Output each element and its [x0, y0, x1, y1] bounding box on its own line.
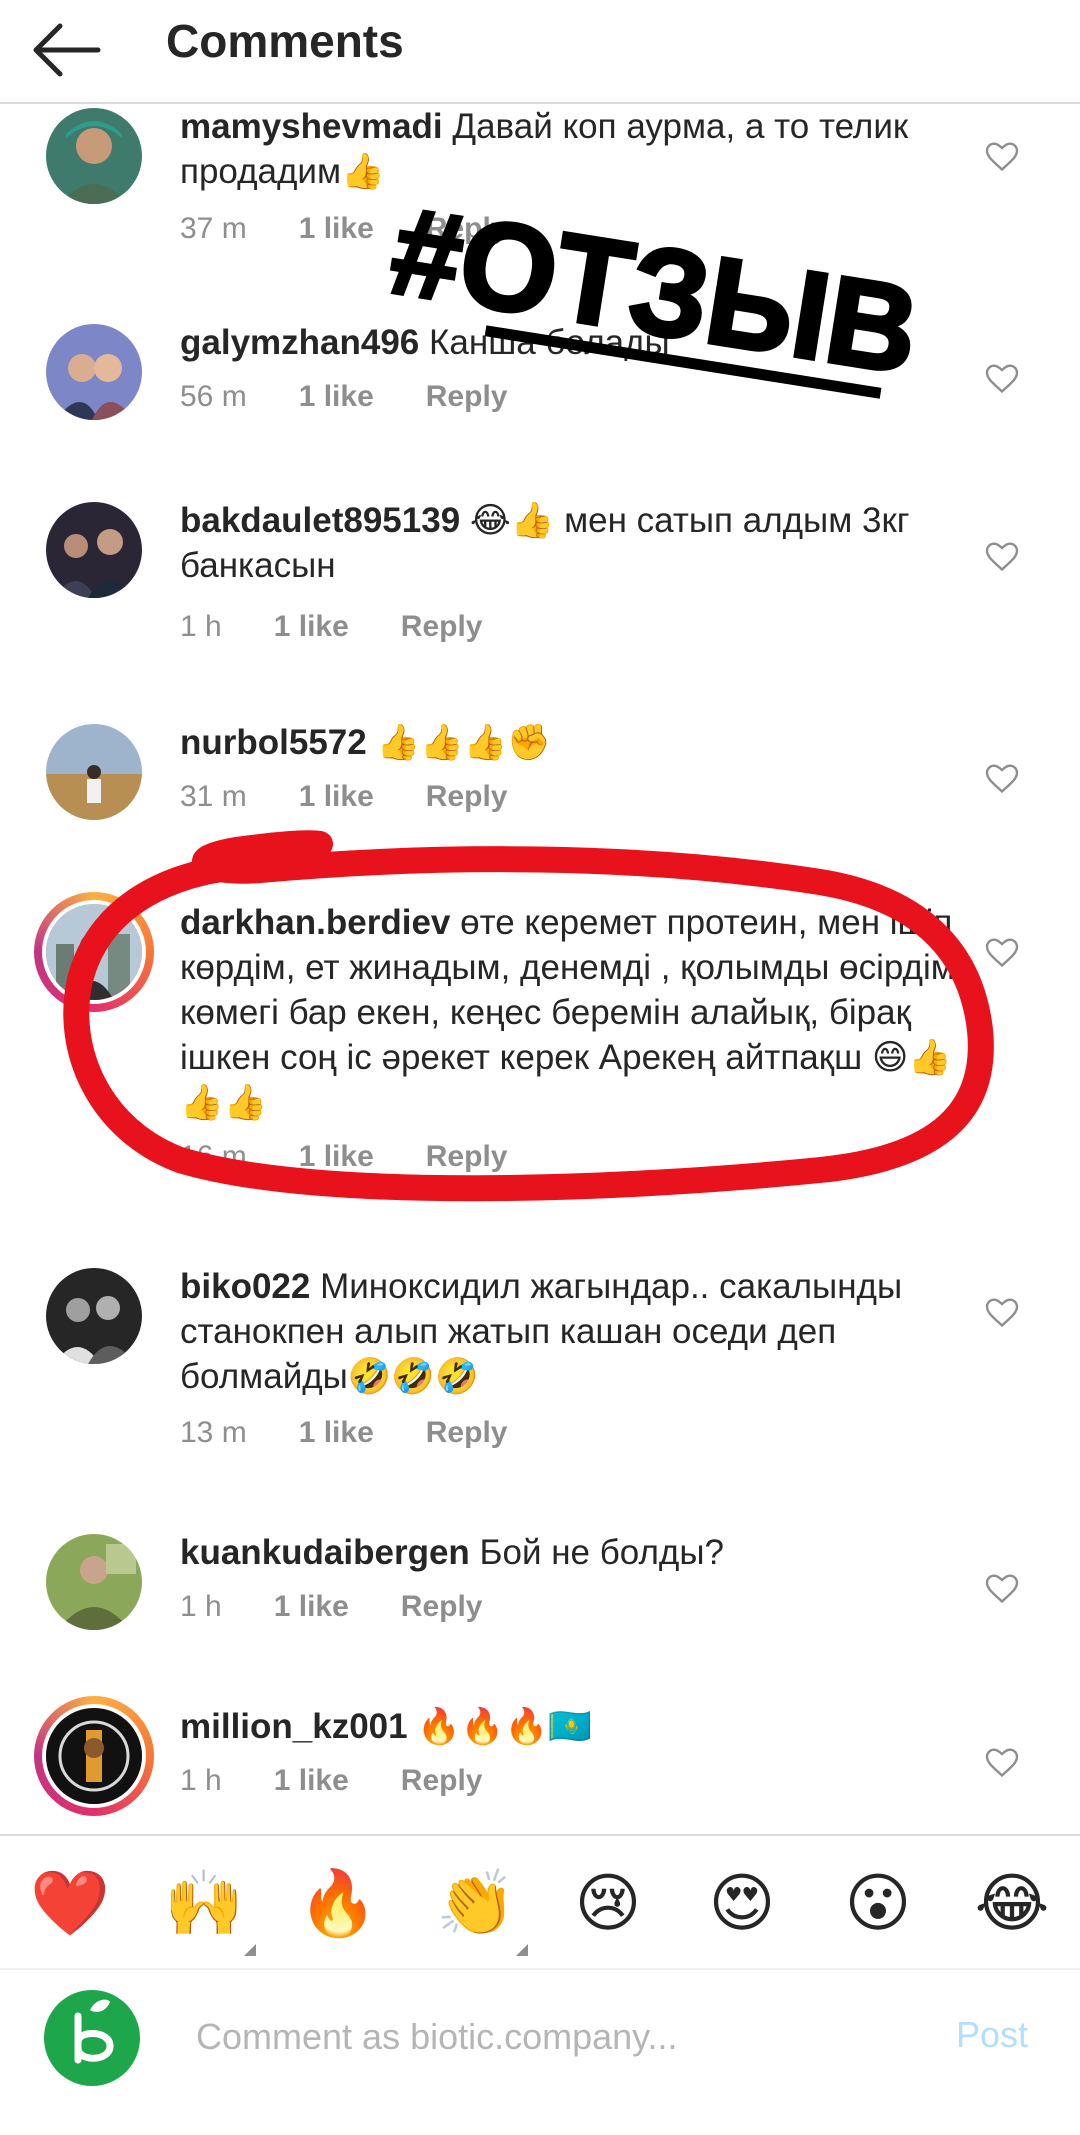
comment-text: million_kz001 🔥🔥🔥🇰🇿	[180, 1704, 970, 1749]
clapping-hands-emoji-glyph: 👏	[436, 1867, 516, 1941]
reply-button[interactable]: Reply	[401, 1764, 483, 1797]
comment-username[interactable]: million_kz001	[180, 1707, 408, 1746]
back-arrow-icon[interactable]	[28, 10, 108, 90]
comment-meta: 56 m 1 like Reply	[180, 380, 507, 414]
like-heart-icon[interactable]	[984, 1744, 1020, 1780]
like-heart-icon[interactable]	[984, 138, 1020, 174]
avatar[interactable]	[46, 1534, 142, 1630]
comment-time: 56 m	[180, 380, 247, 413]
reply-button[interactable]: Reply	[401, 610, 483, 643]
heart-eyes-emoji[interactable]: 😍	[704, 1866, 780, 1942]
comment-meta: 31 m 1 like Reply	[180, 780, 507, 814]
post-button[interactable]: Post	[956, 2014, 1028, 2056]
avatar[interactable]	[46, 324, 142, 420]
comment-text: mamyshevmadi Давай коп аурма, а то телик…	[180, 104, 970, 194]
heart-emoji[interactable]: ❤️	[30, 1866, 110, 1942]
comment-composer: Post	[0, 1970, 1080, 2135]
comment-time: 1 h	[180, 1590, 222, 1623]
comment-time: 1 h	[180, 610, 222, 643]
comment-username[interactable]: nurbol5572	[180, 723, 367, 762]
comment-time: 37 m	[180, 212, 247, 245]
tears-of-joy-emoji[interactable]: 😂	[974, 1866, 1050, 1942]
avatar[interactable]	[34, 1696, 154, 1816]
reply-button[interactable]: Reply	[426, 212, 508, 245]
comment-username[interactable]: kuankudaibergen	[180, 1533, 470, 1572]
crying-face-emoji[interactable]: 😢	[570, 1866, 646, 1942]
top-bar: Comments	[0, 0, 1080, 104]
comment-time: 13 m	[180, 1416, 247, 1449]
comment-likes[interactable]: 1 like	[274, 1764, 349, 1797]
surprised-face-emoji[interactable]: 😮	[840, 1866, 916, 1942]
reply-button[interactable]: Reply	[426, 380, 508, 413]
comment-time: 16 m	[180, 1140, 247, 1173]
reply-button[interactable]: Reply	[426, 1416, 508, 1449]
comment-meta: 16 m 1 like Reply	[180, 1140, 507, 1174]
skin-tone-indicator-icon	[244, 1944, 256, 1956]
comment-meta: 37 m 1 like Reply	[180, 212, 507, 246]
like-heart-icon[interactable]	[984, 1294, 1020, 1330]
comment-username[interactable]: biko022	[180, 1267, 310, 1306]
comment-text: biko022 Миноксидил жагындар.. сакалынды …	[180, 1264, 970, 1399]
comments-list: mamyshevmadi Давай коп аурма, а то телик…	[0, 104, 1080, 1834]
fire-emoji[interactable]: 🔥	[298, 1866, 378, 1942]
skin-tone-indicator-icon	[516, 1944, 528, 1956]
avatar[interactable]	[46, 502, 142, 598]
avatar[interactable]	[46, 724, 142, 820]
current-user-avatar	[44, 1990, 140, 2086]
comment-input[interactable]	[196, 2002, 896, 2072]
comment-text: kuankudaibergen Бой не болды?	[180, 1530, 970, 1575]
reply-button[interactable]: Reply	[426, 1140, 508, 1173]
like-heart-icon[interactable]	[984, 760, 1020, 796]
comment-username[interactable]: galymzhan496	[180, 323, 419, 362]
comment-likes[interactable]: 1 like	[299, 380, 374, 413]
comment-likes[interactable]: 1 like	[299, 1416, 374, 1449]
like-heart-icon[interactable]	[984, 360, 1020, 396]
comment-username[interactable]: darkhan.berdiev	[180, 903, 450, 942]
page-title: Comments	[166, 15, 404, 67]
reply-button[interactable]: Reply	[401, 1590, 483, 1623]
like-heart-icon[interactable]	[984, 1570, 1020, 1606]
comment-likes[interactable]: 1 like	[274, 610, 349, 643]
comment-text: nurbol5572 👍👍👍✊	[180, 720, 970, 765]
comment-meta: 1 h 1 like Reply	[180, 1764, 482, 1798]
comment-time: 1 h	[180, 1764, 222, 1797]
comment-text: darkhan.berdiev өте керемет протеин, мен…	[180, 900, 970, 1125]
comment-meta: 1 h 1 like Reply	[180, 1590, 482, 1624]
comment-likes[interactable]: 1 like	[299, 212, 374, 245]
comment-body: 👍👍👍✊	[366, 723, 551, 762]
raising-hands-emoji[interactable]: 🙌	[164, 1866, 256, 1956]
clapping-hands-emoji[interactable]: 👏	[436, 1866, 528, 1956]
comment-meta: 1 h 1 like Reply	[180, 610, 482, 644]
comment-body: Бой не болды?	[469, 1533, 724, 1572]
avatar[interactable]	[46, 1268, 142, 1364]
comment-text: bakdaulet895139 😂👍 мен сатып алдым 3кг б…	[180, 498, 970, 588]
like-heart-icon[interactable]	[984, 538, 1020, 574]
reply-button[interactable]: Reply	[426, 780, 508, 813]
comment-time: 31 m	[180, 780, 247, 813]
avatar[interactable]	[46, 108, 142, 204]
emoji-bar: ❤️ 🙌 🔥 👏 😢 😍 😮 😂	[0, 1834, 1080, 1970]
avatar[interactable]	[34, 892, 154, 1012]
raising-hands-emoji-glyph: 🙌	[164, 1867, 244, 1941]
comment-username[interactable]: mamyshevmadi	[180, 107, 443, 146]
comment-likes[interactable]: 1 like	[299, 780, 374, 813]
comment-body: 🔥🔥🔥🇰🇿	[407, 1707, 592, 1746]
comment-body: Канша болады	[419, 323, 670, 362]
comment-text: galymzhan496 Канша болады	[180, 320, 970, 365]
comment-username[interactable]: bakdaulet895139	[180, 501, 460, 540]
like-heart-icon[interactable]	[984, 934, 1020, 970]
comment-likes[interactable]: 1 like	[299, 1140, 374, 1173]
comment-meta: 13 m 1 like Reply	[180, 1416, 507, 1450]
comment-likes[interactable]: 1 like	[274, 1590, 349, 1623]
